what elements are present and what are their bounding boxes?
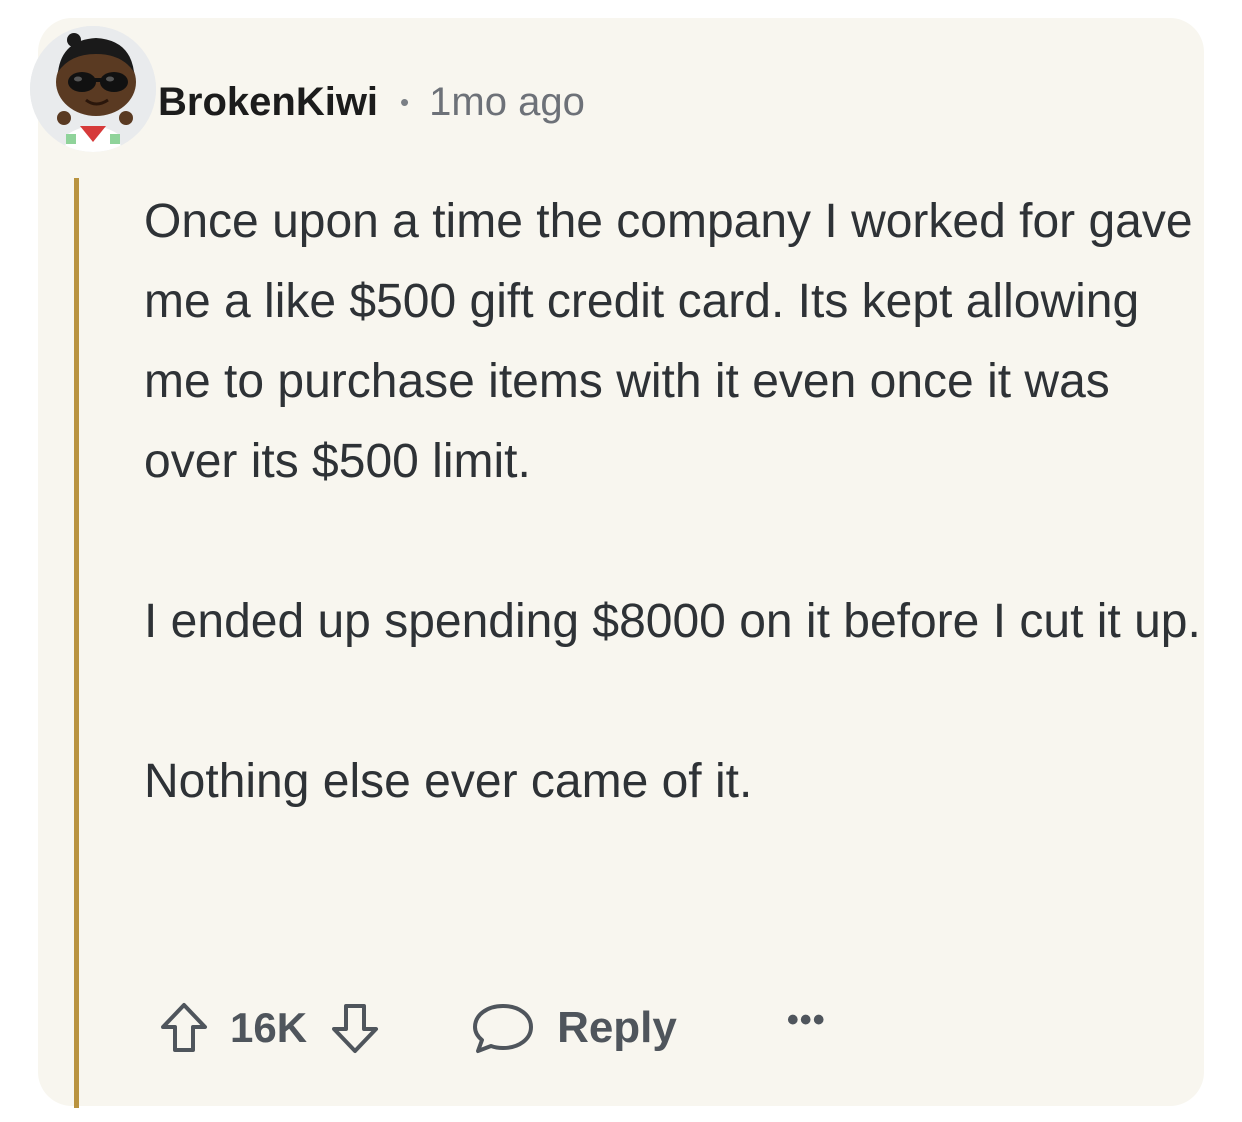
reply-button[interactable]: Reply: [471, 1000, 677, 1056]
reply-label: Reply: [557, 1003, 677, 1052]
comment-actions: 16K Reply •••: [156, 994, 826, 1062]
upvote-button[interactable]: [156, 998, 212, 1058]
separator-dot: •: [400, 86, 410, 117]
comment-paragraph: Once upon a time the company I worked fo…: [144, 195, 1193, 488]
thread-line[interactable]: [74, 178, 79, 1108]
arrow-up-icon: [161, 1003, 207, 1052]
vote-score: 16K: [230, 1004, 308, 1051]
comment-paragraph: Nothing else ever came of it.: [144, 755, 753, 808]
avatar[interactable]: [30, 26, 156, 152]
comment-paragraph: I ended up spending $8000 on it before I…: [144, 595, 1201, 648]
downvote-button[interactable]: [327, 998, 383, 1058]
more-options-button[interactable]: •••: [787, 1003, 826, 1037]
speech-bubble-icon: [473, 1004, 534, 1053]
arrow-down-icon: [332, 1004, 379, 1053]
username[interactable]: BrokenKiwi: [158, 80, 378, 125]
timestamp[interactable]: 1mo ago: [429, 80, 585, 125]
avatar-image: [30, 26, 156, 152]
comment-body: Once upon a time the company I worked fo…: [144, 182, 1204, 822]
comment-header: BrokenKiwi • 1mo ago: [158, 72, 585, 132]
